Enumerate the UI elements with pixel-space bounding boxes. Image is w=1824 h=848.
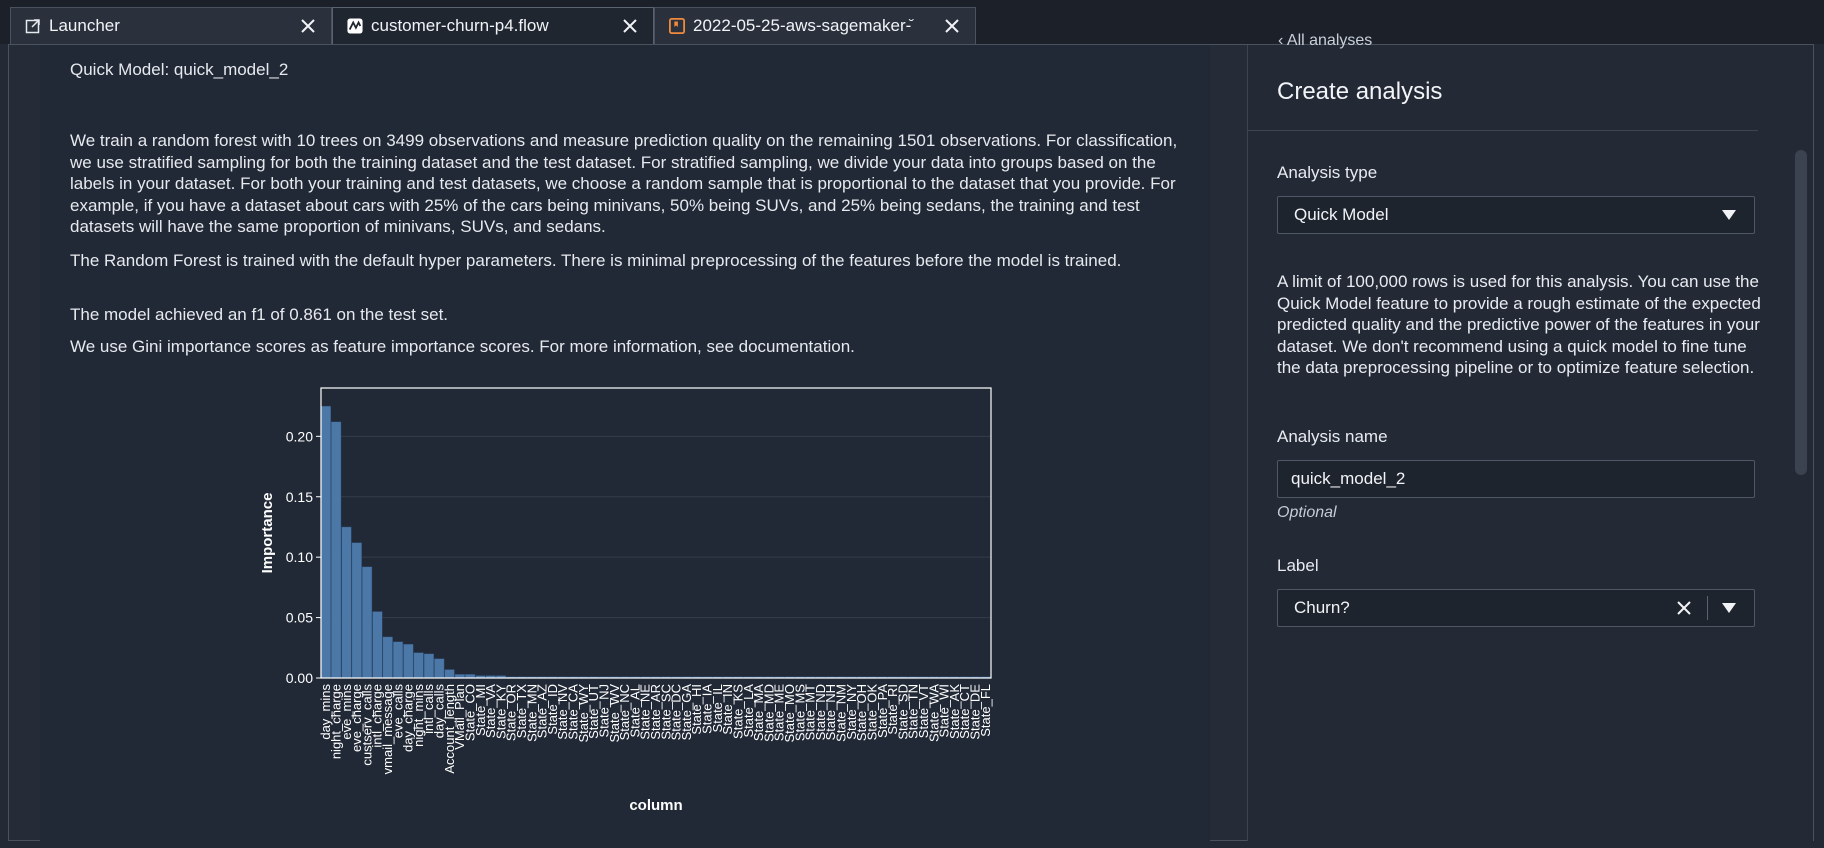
tab-launcher[interactable]: Launcher [10,7,332,44]
bar [341,526,352,679]
chevron-down-icon [1722,210,1736,220]
close-icon[interactable] [941,15,963,37]
divider [1248,130,1758,131]
bar [413,652,424,679]
report-title: Quick Model: quick_model_2 [70,60,289,79]
tab-bar: Launcher customer-churn-p4.flow 2022-05-… [0,0,1824,44]
bar [423,653,434,679]
bar [351,542,362,679]
bar [403,643,414,679]
select-divider [1707,596,1708,620]
x-tick-label: State_FL [978,684,993,737]
chevron-left-icon: ‹ [1278,32,1287,49]
panel-title: Create analysis [1277,78,1443,105]
external-link-icon [25,18,41,34]
label-select[interactable]: Churn? [1277,589,1755,627]
close-icon[interactable] [619,15,641,37]
feature-importance-chart: 0.000.050.100.150.20day_minsnight_charge… [259,387,993,814]
clear-icon[interactable] [1673,597,1695,619]
all-analyses-link[interactable]: ‹ All analyses [1278,32,1372,50]
y-tick-label: 0.00 [286,670,313,686]
label-value: Churn? [1294,598,1350,617]
y-tick-label: 0.10 [286,549,313,565]
tab-notebook[interactable]: 2022-05-25-aws-sagemaker-̆ [654,7,976,44]
bar [444,669,455,679]
scrollbar[interactable] [1795,150,1807,475]
back-link-label: All analyses [1286,32,1373,49]
report-paragraph-f1: The model achieved an f1 of 0.861 on the… [70,305,449,324]
analysis-type-label: Analysis type [1277,163,1378,182]
bar [382,636,393,679]
plot-frame [320,387,992,679]
analysis-name-input[interactable] [1277,460,1755,498]
bar [320,405,331,679]
analysis-type-value: Quick Model [1294,205,1389,224]
flow-icon [347,18,363,34]
report-paragraph-gini: We use Gini importance scores as feature… [70,337,855,356]
bar [372,611,383,679]
y-tick-label: 0.05 [286,610,313,626]
optional-hint: Optional [1277,504,1337,521]
report-paragraph-sampling: We train a random forest with 10 trees o… [70,131,1178,236]
report-paragraph-training: The Random Forest is trained with the de… [70,251,1122,270]
x-axis-title: column [629,797,682,814]
y-axis-title: Importance [259,493,276,574]
y-tick-label: 0.15 [286,489,313,505]
close-icon[interactable] [297,15,319,37]
bar [331,421,342,679]
tab-label: customer-churn-p4.flow [371,16,549,35]
analysis-description: A limit of 100,000 rows is used for this… [1277,272,1761,378]
tab-label: Launcher [49,16,120,35]
chevron-down-icon[interactable] [1722,603,1736,613]
bar [392,641,404,679]
label-field-label: Label [1277,556,1319,575]
analysis-type-select[interactable]: Quick Model [1277,196,1755,234]
bar [362,566,373,679]
bar [434,658,445,679]
y-tick-label: 0.20 [286,428,313,444]
notebook-icon [669,18,685,34]
tab-label: 2022-05-25-aws-sagemaker-̆ [693,16,912,35]
analysis-name-label: Analysis name [1277,427,1388,446]
tab-customer-churn-flow[interactable]: customer-churn-p4.flow [332,7,654,44]
